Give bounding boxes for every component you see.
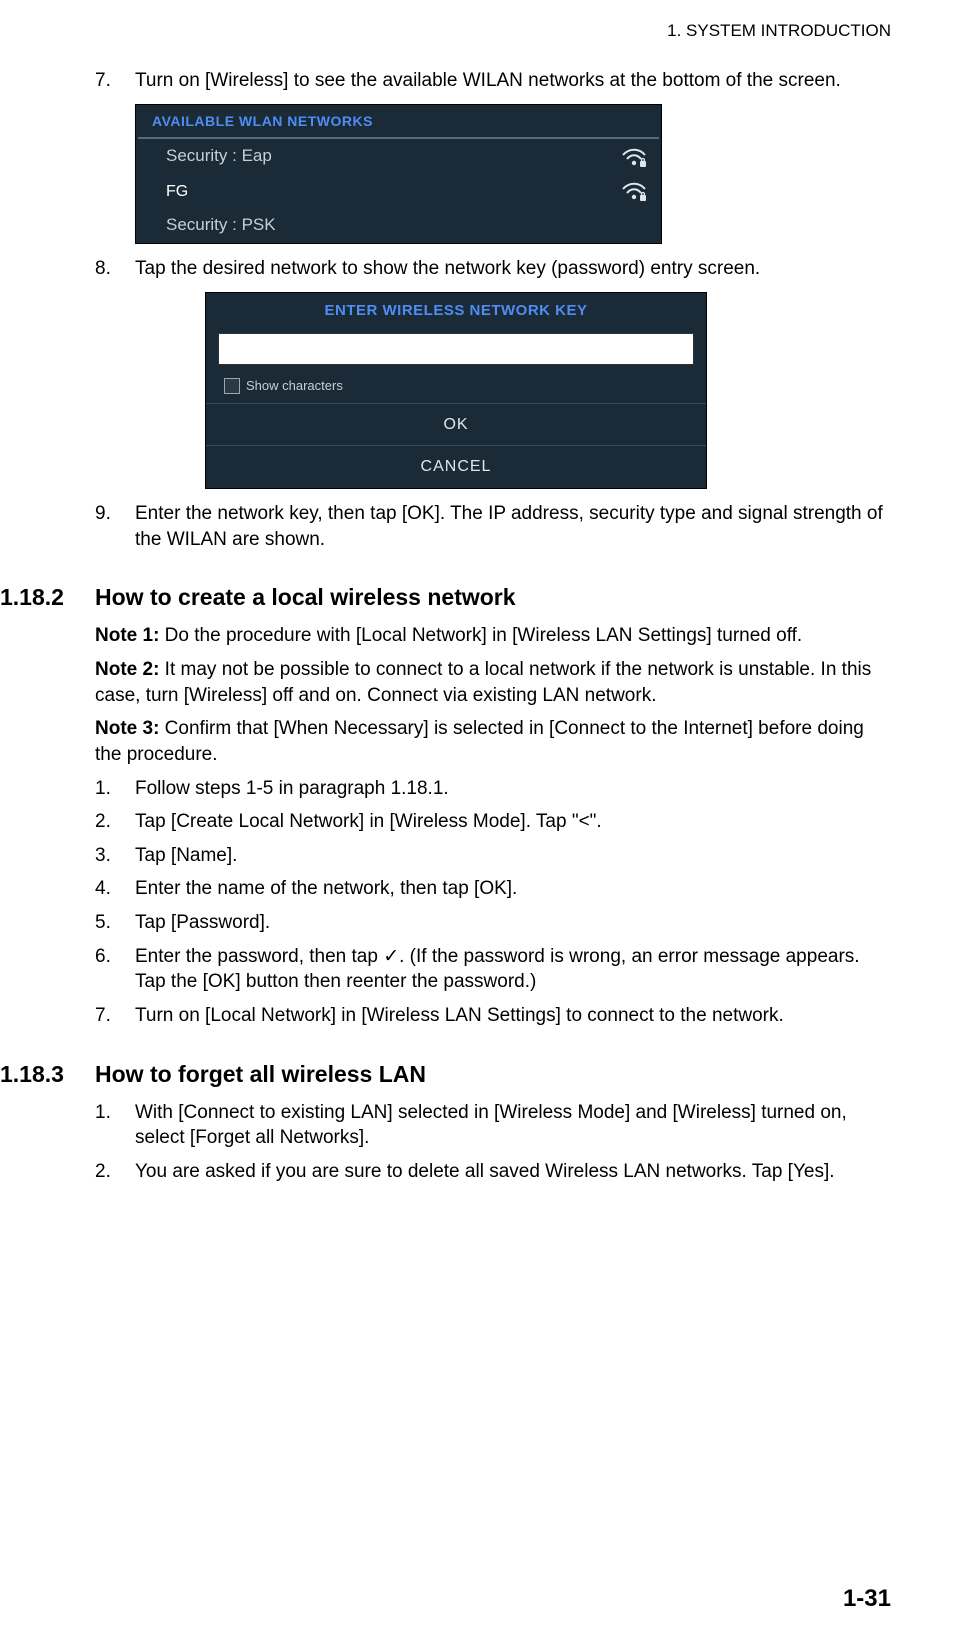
wlan-network-row: Security : Eap — [136, 139, 661, 174]
list-number: 8. — [95, 256, 135, 282]
note-text: It may not be possible to connect to a l… — [95, 659, 871, 706]
list-text: Turn on [Local Network] in [Wireless LAN… — [135, 1003, 891, 1029]
show-characters-label: Show characters — [246, 377, 343, 395]
list-text: Tap [Name]. — [135, 843, 891, 869]
note-text: Do the procedure with [Local Network] in… — [159, 625, 802, 646]
list-number: 5. — [95, 910, 135, 936]
network-key-input — [218, 333, 694, 365]
wlan-network-row: FG — [136, 174, 661, 208]
section-title: How to create a local wireless network — [95, 582, 516, 613]
list-item: 1.With [Connect to existing LAN] selecte… — [95, 1100, 891, 1151]
list-text: You are asked if you are sure to delete … — [135, 1159, 891, 1185]
section-title: How to forget all wireless LAN — [95, 1059, 426, 1090]
note-label: Note 1: — [95, 625, 159, 646]
list-item: 4.Enter the name of the network, then ta… — [95, 876, 891, 902]
wlan-network-label: Security : PSK — [166, 214, 276, 237]
screenshot-available-wlan: AVAILABLE WLAN NETWORKS Security : Eap F… — [135, 104, 662, 245]
list-text: Tap [Create Local Network] in [Wireless … — [135, 809, 891, 835]
list-item: 2.You are asked if you are sure to delet… — [95, 1159, 891, 1185]
note-text: Confirm that [When Necessary] is selecte… — [95, 718, 864, 765]
section-heading: 1.18.2 How to create a local wireless ne… — [0, 582, 891, 613]
note: Note 2: It may not be possible to connec… — [95, 657, 891, 708]
note-label: Note 2: — [95, 659, 159, 680]
list-item: 3.Tap [Name]. — [95, 843, 891, 869]
wlan-panel-title: AVAILABLE WLAN NETWORKS — [136, 105, 661, 138]
list-number: 7. — [95, 68, 135, 94]
wlan-network-label: FG — [166, 181, 188, 203]
wlan-network-label: Security : Eap — [166, 145, 272, 168]
wlan-network-row: Security : PSK — [136, 208, 661, 243]
wifi-lock-icon — [621, 180, 647, 202]
list-item: 9. Enter the network key, then tap [OK].… — [95, 501, 891, 552]
list-item: 1.Follow steps 1-5 in paragraph 1.18.1. — [95, 776, 891, 802]
list-number: 1. — [95, 776, 135, 802]
list-number: 9. — [95, 501, 135, 552]
list-item: 6.Enter the password, then tap ✓. (If th… — [95, 944, 891, 995]
document-page: 1. SYSTEM INTRODUCTION 7. Turn on [Wirel… — [0, 0, 971, 1640]
list-number: 3. — [95, 843, 135, 869]
page-number: 1-31 — [843, 1583, 891, 1615]
list-text: Tap the desired network to show the netw… — [135, 256, 891, 282]
list-item: 5.Tap [Password]. — [95, 910, 891, 936]
note: Note 1: Do the procedure with [Local Net… — [95, 623, 891, 649]
list-text: Enter the password, then tap ✓. (If the … — [135, 944, 891, 995]
ok-button: OK — [206, 403, 706, 446]
section-number: 1.18.2 — [0, 582, 95, 613]
dialog-title: ENTER WIRELESS NETWORK KEY — [206, 293, 706, 329]
section-number: 1.18.3 — [0, 1059, 95, 1090]
list-item: 7. Turn on [Wireless] to see the availab… — [95, 68, 891, 94]
list-item: 7.Turn on [Local Network] in [Wireless L… — [95, 1003, 891, 1029]
note-label: Note 3: — [95, 718, 159, 739]
list-text: Enter the name of the network, then tap … — [135, 876, 891, 902]
list-text: Turn on [Wireless] to see the available … — [135, 68, 891, 94]
cancel-button: CANCEL — [206, 445, 706, 488]
list-number: 2. — [95, 1159, 135, 1185]
list-number: 2. — [95, 809, 135, 835]
list-item: 8. Tap the desired network to show the n… — [95, 256, 891, 282]
list-item: 2.Tap [Create Local Network] in [Wireles… — [95, 809, 891, 835]
wifi-lock-icon — [621, 146, 647, 168]
list-number: 6. — [95, 944, 135, 995]
screenshot-enter-network-key: ENTER WIRELESS NETWORK KEY Show characte… — [205, 292, 707, 489]
list-text: With [Connect to existing LAN] selected … — [135, 1100, 891, 1151]
list-number: 4. — [95, 876, 135, 902]
show-characters-row: Show characters — [206, 373, 706, 403]
page-header-chapter: 1. SYSTEM INTRODUCTION — [95, 20, 891, 43]
show-characters-checkbox — [224, 378, 240, 394]
section-heading: 1.18.3 How to forget all wireless LAN — [0, 1059, 891, 1090]
list-text: Enter the network key, then tap [OK]. Th… — [135, 501, 891, 552]
note: Note 3: Confirm that [When Necessary] is… — [95, 716, 891, 767]
list-number: 1. — [95, 1100, 135, 1151]
list-number: 7. — [95, 1003, 135, 1029]
list-text: Tap [Password]. — [135, 910, 891, 936]
list-text: Follow steps 1-5 in paragraph 1.18.1. — [135, 776, 891, 802]
